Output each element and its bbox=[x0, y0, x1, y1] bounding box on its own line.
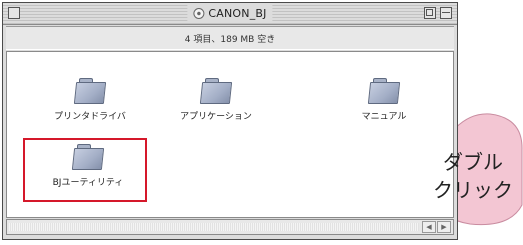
folder-icon bbox=[199, 78, 233, 104]
callout-line-1: ダブル bbox=[443, 150, 503, 174]
folder-item-printer-driver[interactable]: プリンタドライバ bbox=[35, 78, 145, 122]
callout-text: ダブル クリック bbox=[426, 148, 520, 204]
cd-icon bbox=[193, 7, 205, 19]
info-bar: 4 項目、189 MB 空き bbox=[6, 26, 454, 50]
info-text: 4 項目、189 MB 空き bbox=[184, 34, 276, 45]
close-box[interactable] bbox=[8, 7, 20, 19]
window-title-text: CANON_BJ bbox=[208, 6, 267, 20]
title-bar[interactable]: CANON_BJ bbox=[3, 3, 457, 25]
folder-icon bbox=[367, 78, 401, 104]
folder-label: アプリケーション bbox=[180, 112, 252, 122]
folder-item-application[interactable]: アプリケーション bbox=[161, 78, 271, 122]
scroll-track[interactable] bbox=[9, 223, 419, 231]
folder-label: マニュアル bbox=[361, 112, 407, 122]
window-title: CANON_BJ bbox=[187, 5, 273, 21]
collapse-box[interactable] bbox=[440, 7, 452, 19]
scroll-left-arrow-icon[interactable]: ◀ bbox=[422, 221, 436, 233]
folder-label: プリンタドライバ bbox=[54, 112, 126, 122]
finder-window: CANON_BJ 4 項目、189 MB 空き プリンタドライバ アプリケーショ… bbox=[2, 2, 458, 240]
horizontal-scrollbar[interactable]: ◀ ▶ bbox=[6, 219, 454, 235]
scroll-right-arrow-icon[interactable]: ▶ bbox=[437, 221, 451, 233]
folder-icon bbox=[73, 78, 107, 104]
folder-item-manual[interactable]: マニュアル bbox=[329, 78, 439, 122]
highlight-box bbox=[23, 138, 147, 202]
callout-line-2: クリック bbox=[433, 178, 513, 202]
zoom-box[interactable] bbox=[424, 7, 436, 19]
